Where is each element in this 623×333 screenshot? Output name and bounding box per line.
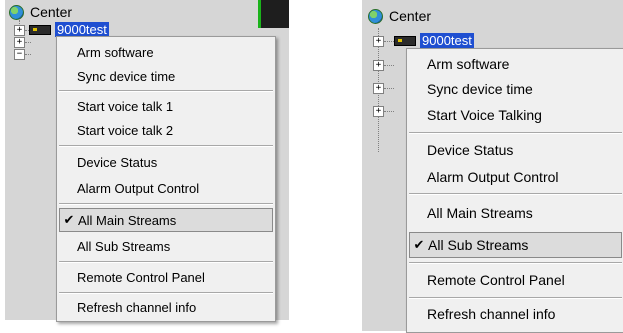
menu-item-all-sub-streams[interactable]: All Sub Streams <box>59 235 273 257</box>
tree-connector <box>384 41 394 42</box>
menu-separator <box>59 90 273 92</box>
globe-icon <box>368 8 383 24</box>
expand-toggle[interactable]: + <box>14 37 25 48</box>
expand-toggle[interactable]: + <box>373 106 384 117</box>
dvr-device-icon <box>394 35 416 46</box>
menu-item-label: All Main Streams <box>78 212 177 228</box>
tree-connector <box>384 65 394 66</box>
tree-root-label: Center <box>30 4 73 20</box>
context-menu-left: Arm software Sync device time Start voic… <box>56 36 276 322</box>
tree-root-center[interactable]: Center <box>9 4 72 20</box>
check-icon: ✔ <box>63 212 75 227</box>
menu-separator <box>409 193 622 195</box>
menu-item-start-voice-talk-2[interactable]: Start voice talk 2 <box>59 119 273 141</box>
menu-separator <box>409 262 622 264</box>
tree-connector <box>384 111 394 112</box>
tree-connector <box>25 42 31 43</box>
expand-toggle[interactable]: + <box>373 60 384 71</box>
video-preview-edge <box>261 0 289 28</box>
menu-separator <box>59 203 273 205</box>
menu-item-label: Device Status <box>427 142 514 158</box>
dvr-device-icon <box>29 24 51 35</box>
menu-item-label: Remote Control Panel <box>77 269 205 285</box>
expand-toggle[interactable]: + <box>373 36 384 47</box>
menu-item-remote-control-panel[interactable]: Remote Control Panel <box>59 266 273 288</box>
menu-item-alarm-output-control[interactable]: Alarm Output Control <box>409 165 622 189</box>
menu-item-label: Device Status <box>77 154 158 170</box>
menu-item-remote-control-panel[interactable]: Remote Control Panel <box>409 268 622 292</box>
menu-item-refresh-channel-info[interactable]: Refresh channel info <box>409 302 622 326</box>
menu-item-label: Refresh channel info <box>77 299 197 315</box>
menu-item-start-voice-talk-1[interactable]: Start voice talk 1 <box>59 95 273 117</box>
tree-item-device[interactable]: 9000test <box>29 22 109 37</box>
menu-item-label: Arm software <box>77 44 154 60</box>
menu-item-all-main-streams[interactable]: All Main Streams <box>409 201 622 225</box>
menu-separator <box>59 261 273 263</box>
menu-item-label: Start voice talk 1 <box>77 98 174 114</box>
tree-root-label: Center <box>389 8 432 24</box>
device-label: 9000test <box>55 22 109 37</box>
menu-item-label: All Sub Streams <box>77 238 171 254</box>
menu-item-alarm-output-control[interactable]: Alarm Output Control <box>59 177 273 199</box>
menu-item-label: Sync device time <box>77 68 176 84</box>
menu-separator <box>409 132 622 134</box>
menu-separator <box>409 297 622 299</box>
expand-toggle[interactable]: + <box>14 25 25 36</box>
menu-item-all-main-streams[interactable]: ✔ All Main Streams <box>59 208 273 232</box>
expand-toggle[interactable]: + <box>373 83 384 94</box>
menu-separator <box>59 292 273 294</box>
menu-item-label: Refresh channel info <box>427 306 556 322</box>
menu-item-label: All Main Streams <box>427 205 533 221</box>
menu-item-all-sub-streams[interactable]: ✔ All Sub Streams <box>409 232 622 258</box>
menu-item-sync-device-time[interactable]: Sync device time <box>59 65 273 87</box>
menu-item-label: Alarm Output Control <box>427 169 559 185</box>
menu-item-arm-software[interactable]: Arm software <box>59 41 273 63</box>
context-menu-right: Arm software Sync device time Start Voic… <box>406 48 623 333</box>
menu-item-label: All Sub Streams <box>428 237 529 253</box>
tree-root-center[interactable]: Center <box>368 8 431 24</box>
menu-item-start-voice-talking[interactable]: Start Voice Talking <box>409 103 622 127</box>
menu-item-device-status[interactable]: Device Status <box>59 151 273 173</box>
device-label: 9000test <box>420 33 474 48</box>
menu-item-label: Start Voice Talking <box>427 107 542 123</box>
menu-item-sync-device-time[interactable]: Sync device time <box>409 77 622 101</box>
menu-item-refresh-channel-info[interactable]: Refresh channel info <box>59 296 273 318</box>
menu-item-label: Alarm Output Control <box>77 180 200 196</box>
globe-icon <box>9 4 24 20</box>
menu-item-label: Arm software <box>427 56 510 72</box>
menu-item-device-status[interactable]: Device Status <box>409 138 622 162</box>
menu-item-label: Start voice talk 2 <box>77 122 174 138</box>
collapse-toggle[interactable]: − <box>14 49 25 60</box>
tree-connector <box>25 54 31 55</box>
menu-item-label: Sync device time <box>427 81 533 97</box>
menu-item-arm-software[interactable]: Arm software <box>409 53 622 75</box>
menu-item-label: Remote Control Panel <box>427 272 565 288</box>
menu-separator <box>59 145 273 147</box>
check-icon: ✔ <box>413 237 425 252</box>
tree-connector <box>384 88 394 89</box>
tree-item-device[interactable]: 9000test <box>394 33 474 48</box>
